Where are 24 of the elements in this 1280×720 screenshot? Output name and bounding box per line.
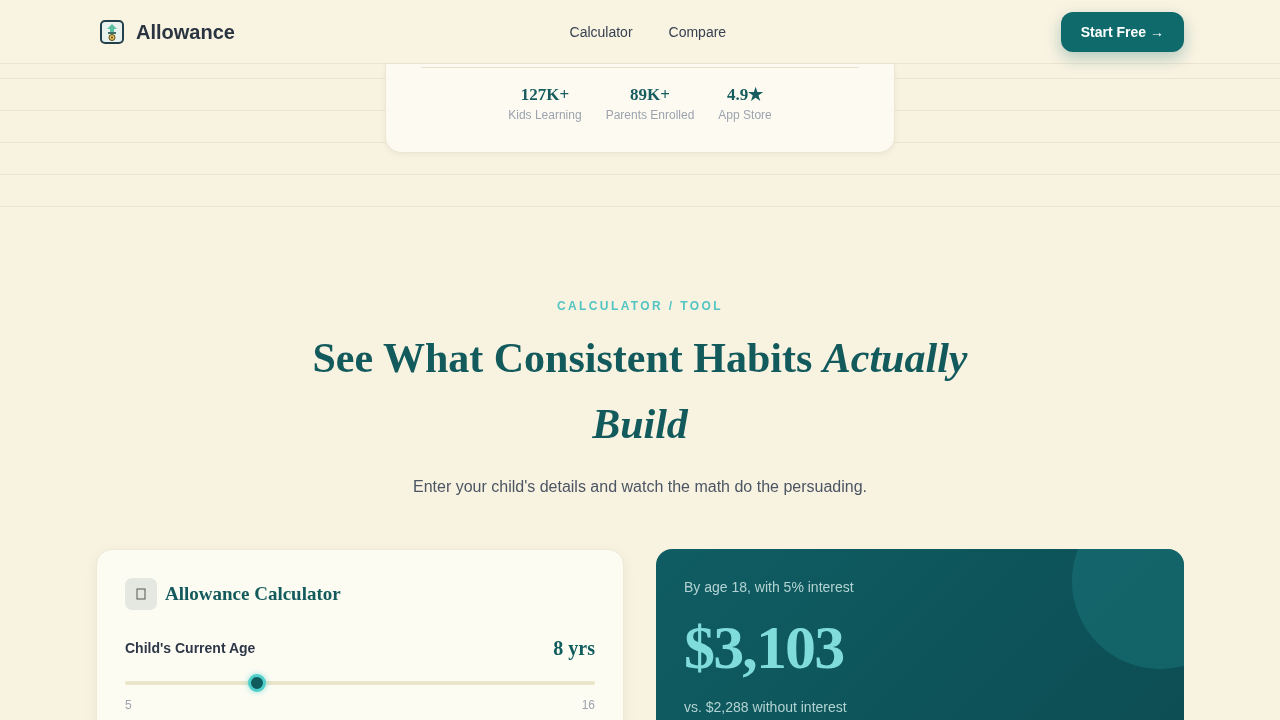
nav-link[interactable]: Compare	[668, 21, 727, 42]
stat-label: Kids Learning	[508, 107, 582, 123]
stat-value: 89K+	[630, 84, 670, 106]
stat-value: 127K+	[520, 84, 570, 106]
section-eyebrow: CALCULATOR / TOOL	[556, 298, 724, 314]
calculator-title: Allowance Calculator	[165, 581, 341, 606]
logo-icon	[100, 19, 124, 44]
slider-label: Child's Current Age	[125, 639, 256, 658]
slider-min: 5	[125, 697, 132, 713]
slider-thumb[interactable]	[247, 674, 266, 692]
stat-label: Parents Enrolled	[605, 107, 695, 123]
result-caption: By age 18, with 5% interest	[684, 578, 854, 597]
stat-value: 4.9★	[726, 84, 764, 106]
section-subtitle: Enter your child's details and watch the math do the persuading.	[413, 477, 867, 497]
result-comparison: vs. $2,288 without interest	[684, 698, 847, 717]
slider-value: 8 yrs	[553, 636, 595, 662]
stat-label: App Store	[718, 107, 772, 123]
section-heading: See What Consistent Habits Actually Build	[311, 334, 969, 449]
nav-link[interactable]: Calculator	[569, 21, 633, 42]
brand-name: Allowance	[136, 19, 235, 45]
slider-max: 16	[581, 697, 595, 713]
result-amount: $3,103	[684, 612, 844, 683]
square-icon	[125, 578, 157, 610]
start-free-button[interactable]: Start Free →	[1060, 11, 1184, 52]
